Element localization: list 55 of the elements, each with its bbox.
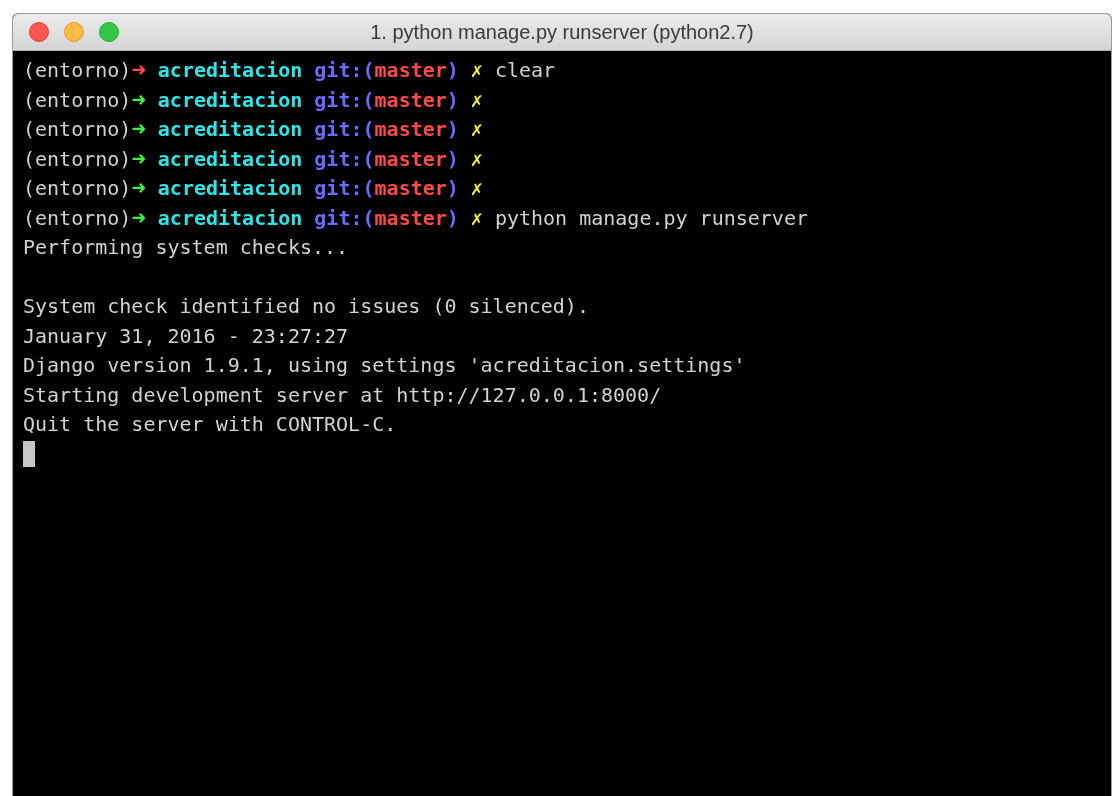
directory-name: acreditacion [157, 57, 303, 84]
branch-name: master [374, 116, 447, 143]
directory-name: acreditacion [157, 145, 303, 173]
output-line: Quit the server with CONTROL-C. [23, 411, 397, 438]
virtualenv-label: (entorno) [23, 204, 132, 232]
output-line: Starting development server at http://127.0.0.1:8000/ [23, 381, 662, 409]
directory-name: acreditacion [157, 204, 303, 232]
prompt-arrow: ➜ [131, 85, 146, 115]
git-label: ) [446, 57, 459, 84]
dirty-mark: ✗ [470, 204, 483, 232]
dirty-mark: ✗ [470, 175, 483, 202]
git-label: git:( [314, 116, 375, 143]
branch-name: master [374, 204, 447, 232]
branch-name: master [374, 57, 447, 84]
prompt-arrow: ➜ [131, 144, 146, 174]
branch-name: master [374, 145, 447, 173]
output-line: Django version 1.9.1, using settings 'acreditacion.settings' [23, 352, 746, 379]
git-label: ) [446, 86, 459, 114]
dirty-mark: ✗ [470, 57, 483, 84]
git-label: ) [446, 175, 459, 202]
zoom-button[interactable] [99, 22, 119, 42]
virtualenv-label: (entorno) [23, 175, 132, 202]
dirty-mark: ✗ [470, 86, 483, 114]
output-line: January 31, 2016 - 23:27:27 [23, 322, 349, 350]
git-label: git:( [314, 145, 375, 173]
git-label: ) [446, 145, 459, 173]
virtualenv-label: (entorno) [23, 116, 132, 143]
close-button[interactable] [29, 22, 49, 42]
virtualenv-label: (entorno) [23, 86, 132, 114]
command-text: clear [494, 57, 556, 84]
prompt-arrow: ➜ [131, 56, 146, 86]
git-label: ) [446, 116, 459, 143]
dirty-mark: ✗ [470, 145, 483, 173]
branch-name: master [374, 86, 447, 114]
dirty-mark: ✗ [470, 116, 483, 143]
git-label: git:( [314, 86, 375, 114]
git-label: git:( [314, 204, 375, 232]
virtualenv-label: (entorno) [23, 145, 132, 173]
minimize-button[interactable] [64, 22, 84, 42]
git-label: git:( [314, 175, 375, 202]
text-cursor [23, 441, 35, 468]
directory-name: acreditacion [157, 86, 303, 114]
directory-name: acreditacion [157, 175, 303, 202]
output-line: Performing system checks... [23, 234, 349, 261]
virtualenv-label: (entorno) [23, 57, 132, 84]
command-text: python manage.py runserver [494, 204, 808, 232]
prompt-arrow: ➜ [131, 203, 146, 233]
prompt-arrow: ➜ [131, 174, 146, 204]
window-title: 1. python manage.py runserver (python2.7) [369, 20, 755, 44]
branch-name: master [374, 175, 447, 202]
git-label: git:( [314, 57, 375, 84]
directory-name: acreditacion [157, 116, 303, 143]
output-line: System check identified no issues (0 silenced). [23, 293, 589, 320]
prompt-arrow: ➜ [131, 115, 146, 145]
git-label: ) [446, 204, 459, 232]
